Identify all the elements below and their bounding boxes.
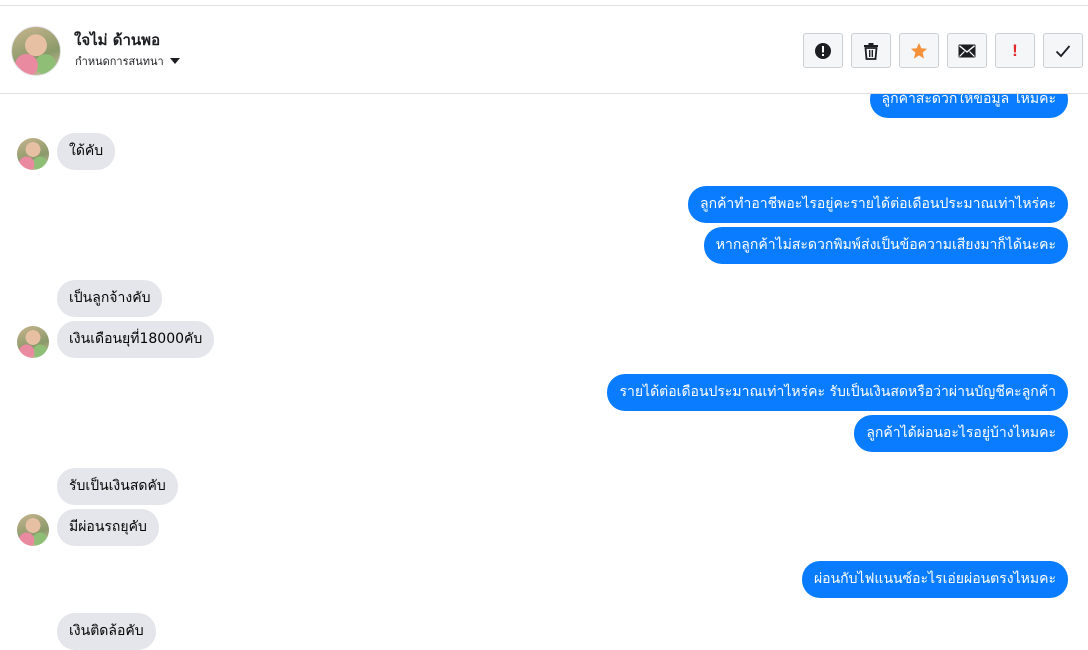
outgoing-message: ลูกค้าทำอาชีพอะไรอยู่คะรายได้ต่อเดือนประ… bbox=[688, 186, 1068, 223]
contact-name[interactable]: ใจไม่ ด้านพอ bbox=[74, 28, 160, 52]
delete-button[interactable] bbox=[851, 33, 891, 68]
exclamation-icon: ! bbox=[1012, 40, 1018, 60]
contact-avatar[interactable] bbox=[11, 26, 61, 76]
contact-avatar-small[interactable] bbox=[17, 138, 49, 170]
incoming-message: มีผ่อนรถยุคับ bbox=[57, 509, 159, 546]
trash-icon bbox=[864, 42, 878, 60]
star-button[interactable] bbox=[899, 33, 939, 68]
envelope-icon bbox=[958, 44, 976, 57]
outgoing-message: หากลูกค้าไม่สะดวกพิมพ์ส่งเป็นข้อความเสีย… bbox=[703, 227, 1068, 264]
contact-avatar-small[interactable] bbox=[17, 326, 49, 358]
spam-button[interactable]: ! bbox=[995, 33, 1035, 68]
incoming-message: ใด้คับ bbox=[57, 133, 116, 170]
mark-unread-button[interactable] bbox=[947, 33, 987, 68]
conversation-header: ใจไม่ ด้านพอ กำหนดการสนทนา ! bbox=[0, 5, 1088, 94]
action-toolbar: ! bbox=[803, 33, 1083, 68]
alert-circle-icon bbox=[815, 42, 831, 59]
incoming-message: รับเป็นเงินสดคับ bbox=[57, 468, 178, 505]
contact-avatar-small[interactable] bbox=[17, 514, 49, 546]
report-button[interactable] bbox=[803, 33, 843, 68]
done-button[interactable] bbox=[1043, 33, 1083, 68]
outgoing-message: ลูกค้าได้ผ่อนอะไรอยู่บ้างไหมคะ bbox=[854, 415, 1068, 452]
conversation-options-label: กำหนดการสนทนา bbox=[75, 55, 164, 68]
outgoing-message: รายได้ต่อเดือนประมาณเท่าไหร่คะ รับเป็นเง… bbox=[607, 374, 1068, 411]
outgoing-message: ผ่อนกับไฟแนนซ์อะไรเอ่ยผ่อนตรงไหมคะ bbox=[801, 561, 1068, 598]
checkmark-icon bbox=[1055, 44, 1071, 57]
star-icon bbox=[910, 42, 928, 59]
incoming-message: เงินติดล้อคับ bbox=[57, 613, 156, 650]
conversation-options-dropdown[interactable]: กำหนดการสนทนา bbox=[75, 52, 180, 70]
incoming-message: เงินเดือนยุที่18000คับ bbox=[57, 321, 215, 358]
caret-down-icon bbox=[169, 58, 180, 64]
incoming-message: เป็นลูกจ้างคับ bbox=[57, 280, 163, 317]
